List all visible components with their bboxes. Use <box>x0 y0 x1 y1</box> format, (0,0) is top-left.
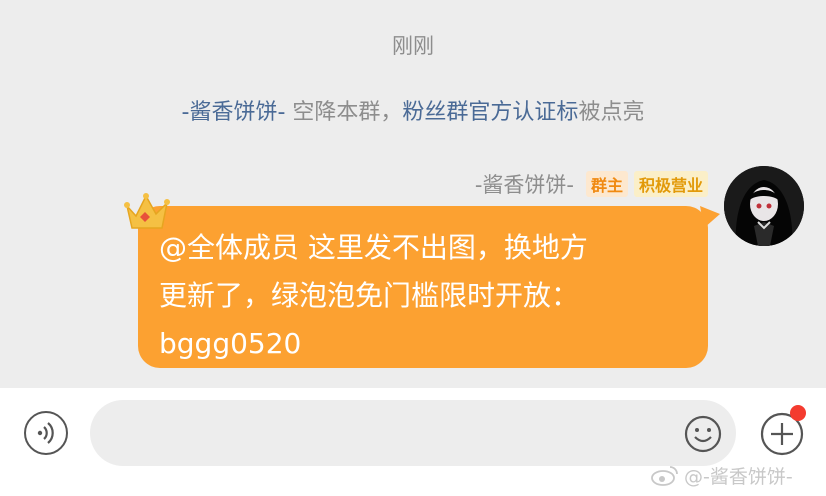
message-timestamp: 刚刚 <box>392 34 434 58</box>
avatar[interactable] <box>724 166 804 246</box>
active-member-badge: 积极营业 <box>633 171 708 197</box>
voice-button[interactable] <box>24 411 68 455</box>
message-text-line: 更新了，绿泡泡免门槛限时开放： <box>159 279 580 312</box>
official-badge-link[interactable]: 粉丝群官方认证标 <box>402 100 578 125</box>
notification-dot <box>790 405 806 421</box>
crown-icon <box>124 193 170 229</box>
system-message-user-link[interactable]: -酱香饼饼- <box>182 100 286 125</box>
system-message-tail: 被点亮 <box>578 100 645 125</box>
bubble-tail <box>700 206 720 228</box>
message-bubble[interactable]: @全体成员 这里发不出图，换地方 更新了，绿泡泡免门槛限时开放： bggg052… <box>138 206 708 368</box>
chat-area: 刚刚 -酱香饼饼- 空降本群，粉丝群官方认证标被点亮 -酱香饼饼- 群主 积极营… <box>0 0 826 388</box>
voice-icon <box>37 422 54 444</box>
system-message: -酱香饼饼- 空降本群，粉丝群官方认证标被点亮 <box>0 94 826 126</box>
smiley-icon[interactable] <box>683 414 723 454</box>
system-message-action: 空降本群， <box>285 100 403 125</box>
watermark-text: @-酱香饼饼- <box>684 465 793 488</box>
avatar-image <box>724 166 804 246</box>
sender-name[interactable]: -酱香饼饼- <box>475 169 574 199</box>
message-input[interactable] <box>90 400 736 466</box>
message-text-line: bggg0520 <box>159 327 302 360</box>
watermark: @-酱香饼饼- <box>650 462 793 488</box>
group-owner-badge: 群主 <box>585 171 628 197</box>
weibo-icon <box>651 466 678 486</box>
sender-row: -酱香饼饼- 群主 积极营业 <box>475 170 708 198</box>
message-text-line: @全体成员 这里发不出图，换地方 <box>159 231 588 264</box>
